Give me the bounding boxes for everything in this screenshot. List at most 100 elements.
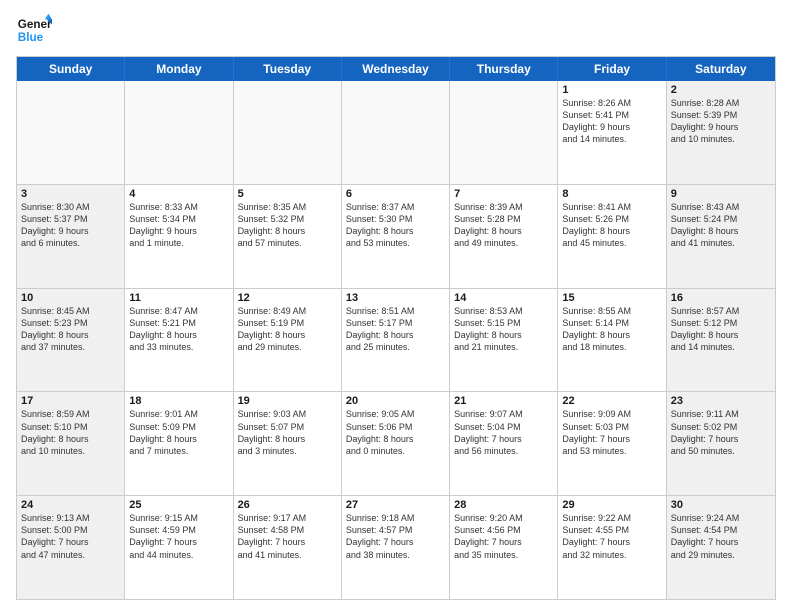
calendar-row-4: 24Sunrise: 9:13 AM Sunset: 5:00 PM Dayli… bbox=[17, 495, 775, 599]
calendar-body: 1Sunrise: 8:26 AM Sunset: 5:41 PM Daylig… bbox=[17, 81, 775, 599]
calendar-cell-empty-0-2 bbox=[234, 81, 342, 184]
day-number: 2 bbox=[671, 84, 771, 96]
logo-icon: General Blue bbox=[16, 12, 52, 48]
cell-info: Sunrise: 8:39 AM Sunset: 5:28 PM Dayligh… bbox=[454, 201, 553, 250]
day-number: 20 bbox=[346, 395, 445, 407]
cell-info: Sunrise: 9:13 AM Sunset: 5:00 PM Dayligh… bbox=[21, 512, 120, 561]
cell-info: Sunrise: 8:51 AM Sunset: 5:17 PM Dayligh… bbox=[346, 305, 445, 354]
calendar: SundayMondayTuesdayWednesdayThursdayFrid… bbox=[16, 56, 776, 600]
header-day-friday: Friday bbox=[558, 57, 666, 81]
calendar-cell-day-7: 7Sunrise: 8:39 AM Sunset: 5:28 PM Daylig… bbox=[450, 185, 558, 288]
calendar-cell-day-22: 22Sunrise: 9:09 AM Sunset: 5:03 PM Dayli… bbox=[558, 392, 666, 495]
header-day-sunday: Sunday bbox=[17, 57, 125, 81]
calendar-cell-day-24: 24Sunrise: 9:13 AM Sunset: 5:00 PM Dayli… bbox=[17, 496, 125, 599]
calendar-cell-day-12: 12Sunrise: 8:49 AM Sunset: 5:19 PM Dayli… bbox=[234, 289, 342, 392]
day-number: 29 bbox=[562, 499, 661, 511]
calendar-cell-day-17: 17Sunrise: 8:59 AM Sunset: 5:10 PM Dayli… bbox=[17, 392, 125, 495]
header-day-monday: Monday bbox=[125, 57, 233, 81]
calendar-cell-day-16: 16Sunrise: 8:57 AM Sunset: 5:12 PM Dayli… bbox=[667, 289, 775, 392]
cell-info: Sunrise: 8:57 AM Sunset: 5:12 PM Dayligh… bbox=[671, 305, 771, 354]
calendar-cell-empty-0-1 bbox=[125, 81, 233, 184]
logo: General Blue bbox=[16, 12, 56, 48]
cell-info: Sunrise: 8:45 AM Sunset: 5:23 PM Dayligh… bbox=[21, 305, 120, 354]
calendar-cell-day-14: 14Sunrise: 8:53 AM Sunset: 5:15 PM Dayli… bbox=[450, 289, 558, 392]
svg-text:General: General bbox=[18, 18, 52, 31]
calendar-cell-day-21: 21Sunrise: 9:07 AM Sunset: 5:04 PM Dayli… bbox=[450, 392, 558, 495]
day-number: 17 bbox=[21, 395, 120, 407]
calendar-cell-day-25: 25Sunrise: 9:15 AM Sunset: 4:59 PM Dayli… bbox=[125, 496, 233, 599]
calendar-cell-day-27: 27Sunrise: 9:18 AM Sunset: 4:57 PM Dayli… bbox=[342, 496, 450, 599]
cell-info: Sunrise: 9:17 AM Sunset: 4:58 PM Dayligh… bbox=[238, 512, 337, 561]
cell-info: Sunrise: 9:01 AM Sunset: 5:09 PM Dayligh… bbox=[129, 408, 228, 457]
day-number: 21 bbox=[454, 395, 553, 407]
day-number: 15 bbox=[562, 292, 661, 304]
cell-info: Sunrise: 9:24 AM Sunset: 4:54 PM Dayligh… bbox=[671, 512, 771, 561]
cell-info: Sunrise: 9:15 AM Sunset: 4:59 PM Dayligh… bbox=[129, 512, 228, 561]
cell-info: Sunrise: 8:49 AM Sunset: 5:19 PM Dayligh… bbox=[238, 305, 337, 354]
cell-info: Sunrise: 9:20 AM Sunset: 4:56 PM Dayligh… bbox=[454, 512, 553, 561]
calendar-cell-day-28: 28Sunrise: 9:20 AM Sunset: 4:56 PM Dayli… bbox=[450, 496, 558, 599]
day-number: 3 bbox=[21, 188, 120, 200]
calendar-cell-day-4: 4Sunrise: 8:33 AM Sunset: 5:34 PM Daylig… bbox=[125, 185, 233, 288]
calendar-cell-day-11: 11Sunrise: 8:47 AM Sunset: 5:21 PM Dayli… bbox=[125, 289, 233, 392]
cell-info: Sunrise: 9:11 AM Sunset: 5:02 PM Dayligh… bbox=[671, 408, 771, 457]
calendar-cell-day-30: 30Sunrise: 9:24 AM Sunset: 4:54 PM Dayli… bbox=[667, 496, 775, 599]
day-number: 4 bbox=[129, 188, 228, 200]
cell-info: Sunrise: 8:33 AM Sunset: 5:34 PM Dayligh… bbox=[129, 201, 228, 250]
day-number: 14 bbox=[454, 292, 553, 304]
svg-text:Blue: Blue bbox=[18, 31, 44, 44]
day-number: 26 bbox=[238, 499, 337, 511]
cell-info: Sunrise: 8:37 AM Sunset: 5:30 PM Dayligh… bbox=[346, 201, 445, 250]
day-number: 12 bbox=[238, 292, 337, 304]
calendar-cell-day-13: 13Sunrise: 8:51 AM Sunset: 5:17 PM Dayli… bbox=[342, 289, 450, 392]
calendar-cell-day-1: 1Sunrise: 8:26 AM Sunset: 5:41 PM Daylig… bbox=[558, 81, 666, 184]
day-number: 22 bbox=[562, 395, 661, 407]
calendar-cell-day-29: 29Sunrise: 9:22 AM Sunset: 4:55 PM Dayli… bbox=[558, 496, 666, 599]
cell-info: Sunrise: 8:59 AM Sunset: 5:10 PM Dayligh… bbox=[21, 408, 120, 457]
day-number: 30 bbox=[671, 499, 771, 511]
calendar-cell-empty-0-4 bbox=[450, 81, 558, 184]
header: General Blue bbox=[16, 12, 776, 48]
cell-info: Sunrise: 8:35 AM Sunset: 5:32 PM Dayligh… bbox=[238, 201, 337, 250]
day-number: 27 bbox=[346, 499, 445, 511]
day-number: 5 bbox=[238, 188, 337, 200]
cell-info: Sunrise: 9:22 AM Sunset: 4:55 PM Dayligh… bbox=[562, 512, 661, 561]
calendar-cell-day-10: 10Sunrise: 8:45 AM Sunset: 5:23 PM Dayli… bbox=[17, 289, 125, 392]
calendar-cell-day-26: 26Sunrise: 9:17 AM Sunset: 4:58 PM Dayli… bbox=[234, 496, 342, 599]
cell-info: Sunrise: 8:47 AM Sunset: 5:21 PM Dayligh… bbox=[129, 305, 228, 354]
day-number: 9 bbox=[671, 188, 771, 200]
cell-info: Sunrise: 8:43 AM Sunset: 5:24 PM Dayligh… bbox=[671, 201, 771, 250]
day-number: 11 bbox=[129, 292, 228, 304]
day-number: 28 bbox=[454, 499, 553, 511]
calendar-cell-day-3: 3Sunrise: 8:30 AM Sunset: 5:37 PM Daylig… bbox=[17, 185, 125, 288]
day-number: 10 bbox=[21, 292, 120, 304]
day-number: 7 bbox=[454, 188, 553, 200]
cell-info: Sunrise: 9:03 AM Sunset: 5:07 PM Dayligh… bbox=[238, 408, 337, 457]
day-number: 19 bbox=[238, 395, 337, 407]
calendar-cell-day-9: 9Sunrise: 8:43 AM Sunset: 5:24 PM Daylig… bbox=[667, 185, 775, 288]
cell-info: Sunrise: 8:28 AM Sunset: 5:39 PM Dayligh… bbox=[671, 97, 771, 146]
calendar-cell-day-15: 15Sunrise: 8:55 AM Sunset: 5:14 PM Dayli… bbox=[558, 289, 666, 392]
cell-info: Sunrise: 9:07 AM Sunset: 5:04 PM Dayligh… bbox=[454, 408, 553, 457]
day-number: 24 bbox=[21, 499, 120, 511]
calendar-cell-day-19: 19Sunrise: 9:03 AM Sunset: 5:07 PM Dayli… bbox=[234, 392, 342, 495]
cell-info: Sunrise: 8:53 AM Sunset: 5:15 PM Dayligh… bbox=[454, 305, 553, 354]
day-number: 23 bbox=[671, 395, 771, 407]
calendar-cell-empty-0-3 bbox=[342, 81, 450, 184]
header-day-thursday: Thursday bbox=[450, 57, 558, 81]
calendar-cell-empty-0-0 bbox=[17, 81, 125, 184]
calendar-row-2: 10Sunrise: 8:45 AM Sunset: 5:23 PM Dayli… bbox=[17, 288, 775, 392]
header-day-tuesday: Tuesday bbox=[234, 57, 342, 81]
calendar-cell-day-6: 6Sunrise: 8:37 AM Sunset: 5:30 PM Daylig… bbox=[342, 185, 450, 288]
header-day-saturday: Saturday bbox=[667, 57, 775, 81]
calendar-cell-day-20: 20Sunrise: 9:05 AM Sunset: 5:06 PM Dayli… bbox=[342, 392, 450, 495]
day-number: 13 bbox=[346, 292, 445, 304]
cell-info: Sunrise: 9:18 AM Sunset: 4:57 PM Dayligh… bbox=[346, 512, 445, 561]
day-number: 16 bbox=[671, 292, 771, 304]
calendar-row-1: 3Sunrise: 8:30 AM Sunset: 5:37 PM Daylig… bbox=[17, 184, 775, 288]
page: General Blue SundayMondayTuesdayWednesda… bbox=[0, 0, 792, 612]
cell-info: Sunrise: 8:41 AM Sunset: 5:26 PM Dayligh… bbox=[562, 201, 661, 250]
header-day-wednesday: Wednesday bbox=[342, 57, 450, 81]
cell-info: Sunrise: 9:09 AM Sunset: 5:03 PM Dayligh… bbox=[562, 408, 661, 457]
cell-info: Sunrise: 8:30 AM Sunset: 5:37 PM Dayligh… bbox=[21, 201, 120, 250]
